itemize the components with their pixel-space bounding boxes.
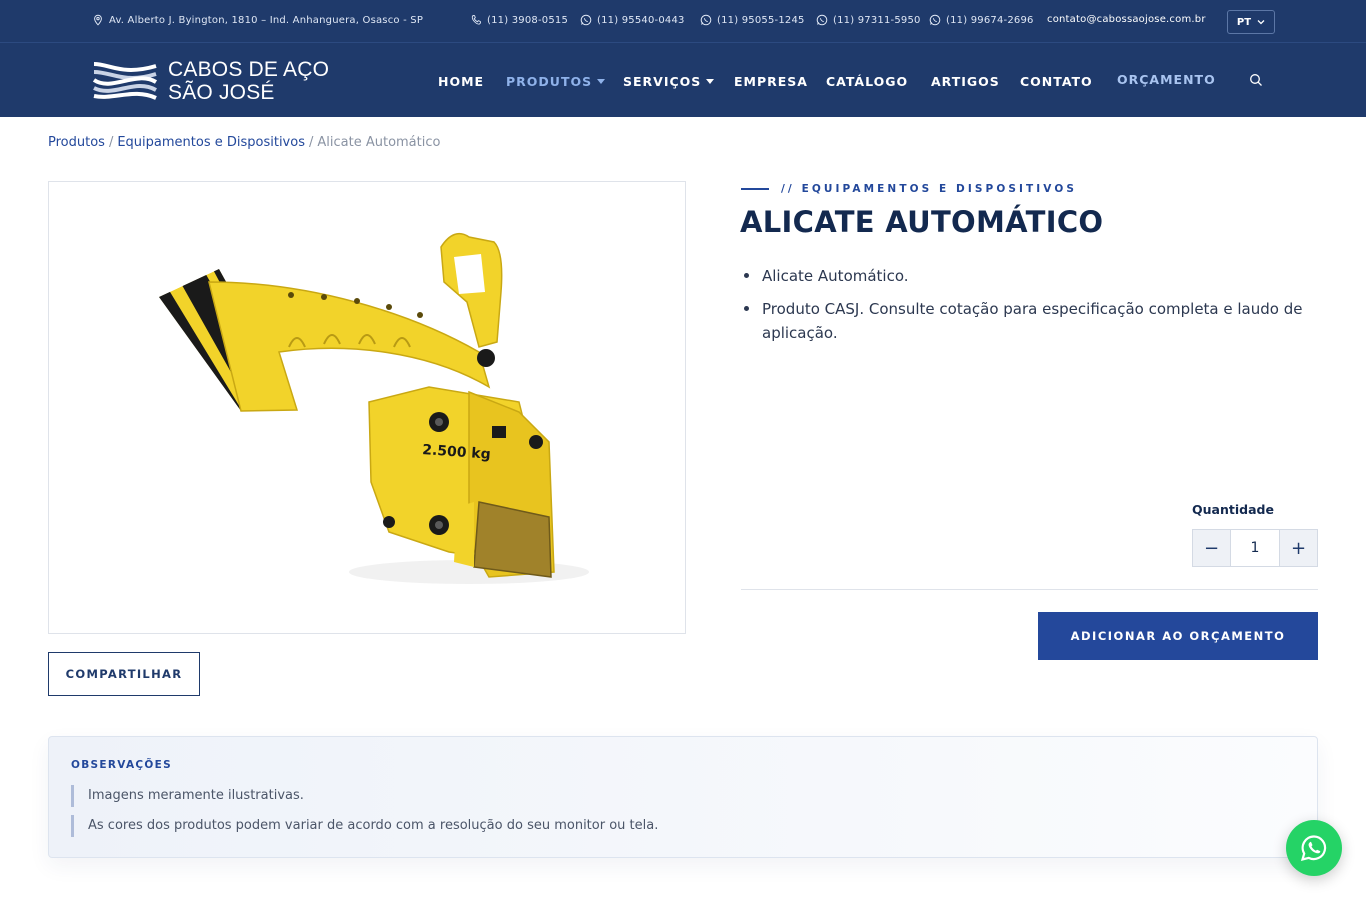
top-contact-bar: Av. Alberto J. Byington, 1810 – Ind. Anh… [0, 0, 1366, 43]
nav-home[interactable]: HOME [438, 74, 484, 89]
breadcrumb-current: Alicate Automático [317, 135, 441, 150]
brand-logo[interactable]: CABOS DE AÇO SÃO JOSÉ [92, 58, 329, 104]
nav-empresa[interactable]: EMPRESA [734, 74, 808, 89]
location-pin-icon [94, 14, 102, 26]
product-image[interactable]: 2.500 kg [48, 181, 686, 634]
whatsapp-link-2[interactable]: (11) 95055-1245 [700, 14, 805, 26]
nav-orcamento[interactable]: ORÇAMENTO [1117, 72, 1216, 87]
caret-down-icon [597, 79, 606, 84]
observation-note: Imagens meramente ilustrativas. [71, 785, 304, 807]
nav-contato[interactable]: CONTATO [1020, 74, 1093, 89]
whatsapp-link-1[interactable]: (11) 95540-0443 [580, 14, 685, 26]
category-text: // EQUIPAMENTOS E DISPOSITIVOS [781, 183, 1078, 195]
email-text: contato@cabossaojose.com.br [1047, 14, 1206, 25]
brand-name: CABOS DE AÇO SÃO JOSÉ [168, 58, 329, 104]
breadcrumb: Produtos / Equipamentos e Dispositivos / Ali… [48, 135, 440, 150]
quantity-input[interactable]: 1 [1230, 530, 1280, 566]
quantity-decrease-button[interactable]: − [1193, 530, 1230, 566]
whatsapp-text-2: (11) 95055-1245 [717, 14, 805, 26]
whatsapp-chat-button[interactable] [1286, 820, 1342, 876]
phone-link[interactable]: (11) 3908-0515 [470, 14, 568, 26]
nav-produtos[interactable]: PRODUTOS [506, 74, 606, 89]
search-icon[interactable] [1249, 73, 1263, 87]
language-value: PT [1236, 16, 1252, 28]
breadcrumb-separator: / [308, 135, 314, 150]
whatsapp-icon [816, 14, 828, 26]
category-dash [741, 188, 769, 190]
brand-logo-icon [92, 62, 158, 100]
address-text: Av. Alberto J. Byington, 1810 – Ind. Anh… [109, 14, 424, 26]
share-button[interactable]: COMPARTILHAR [48, 652, 200, 696]
nav-catalogo[interactable]: CATÁLOGO [826, 74, 908, 89]
whatsapp-icon [929, 14, 941, 26]
observations-title: OBSERVAÇÕES [71, 759, 172, 771]
product-description: Alicate Automático. Produto CASJ. Consul… [741, 264, 1321, 354]
nav-artigos[interactable]: ARTIGOS [931, 74, 1000, 89]
breadcrumb-equipamentos[interactable]: Equipamentos e Dispositivos [117, 135, 305, 150]
breadcrumb-produtos[interactable]: Produtos [48, 135, 105, 150]
description-bullet: Produto CASJ. Consulte cotação para espe… [741, 297, 1321, 345]
product-title: ALICATE AUTOMÁTICO [740, 205, 1104, 239]
brand-line-2: SÃO JOSÉ [168, 81, 275, 104]
language-selector[interactable]: PT [1227, 10, 1275, 34]
nav-servicos-label: SERVIÇOS [623, 74, 702, 89]
add-to-quote-button[interactable]: ADICIONAR AO ORÇAMENTO [1038, 612, 1318, 660]
quantity-increase-button[interactable]: + [1280, 530, 1317, 566]
whatsapp-text-3: (11) 97311-5950 [833, 14, 921, 26]
whatsapp-icon [1300, 835, 1327, 862]
whatsapp-link-3[interactable]: (11) 97311-5950 [816, 14, 921, 26]
whatsapp-icon [700, 14, 712, 26]
description-bullet: Alicate Automático. [741, 264, 1321, 288]
phone-text: (11) 3908-0515 [487, 14, 569, 26]
divider [741, 589, 1318, 590]
main-navigation: CABOS DE AÇO SÃO JOSÉ HOME PRODUTOS SERV… [0, 43, 1366, 117]
quantity-label: Quantidade [1192, 502, 1274, 517]
observation-note: As cores dos produtos podem variar de ac… [71, 815, 658, 837]
nav-produtos-label: PRODUTOS [506, 74, 593, 89]
brand-line-1: CABOS DE AÇO [168, 58, 330, 81]
caret-down-icon [706, 79, 715, 84]
whatsapp-text-4: (11) 99674-2696 [946, 14, 1034, 26]
quantity-stepper: − 1 + [1192, 529, 1318, 567]
nav-servicos[interactable]: SERVIÇOS [623, 74, 715, 89]
breadcrumb-separator: / [108, 135, 114, 150]
phone-icon [471, 15, 481, 25]
chevron-down-icon [1257, 20, 1265, 25]
product-photo: 2.500 kg [159, 232, 589, 584]
whatsapp-text-1: (11) 95540-0443 [597, 14, 685, 26]
observations-panel: OBSERVAÇÕES Imagens meramente ilustrativ… [48, 736, 1318, 858]
whatsapp-icon [580, 14, 592, 26]
whatsapp-link-4[interactable]: (11) 99674-2696 [929, 14, 1034, 26]
product-category: // EQUIPAMENTOS E DISPOSITIVOS [741, 183, 1077, 195]
address: Av. Alberto J. Byington, 1810 – Ind. Anh… [92, 14, 423, 26]
email-link[interactable]: contato@cabossaojose.com.br [1047, 14, 1206, 25]
